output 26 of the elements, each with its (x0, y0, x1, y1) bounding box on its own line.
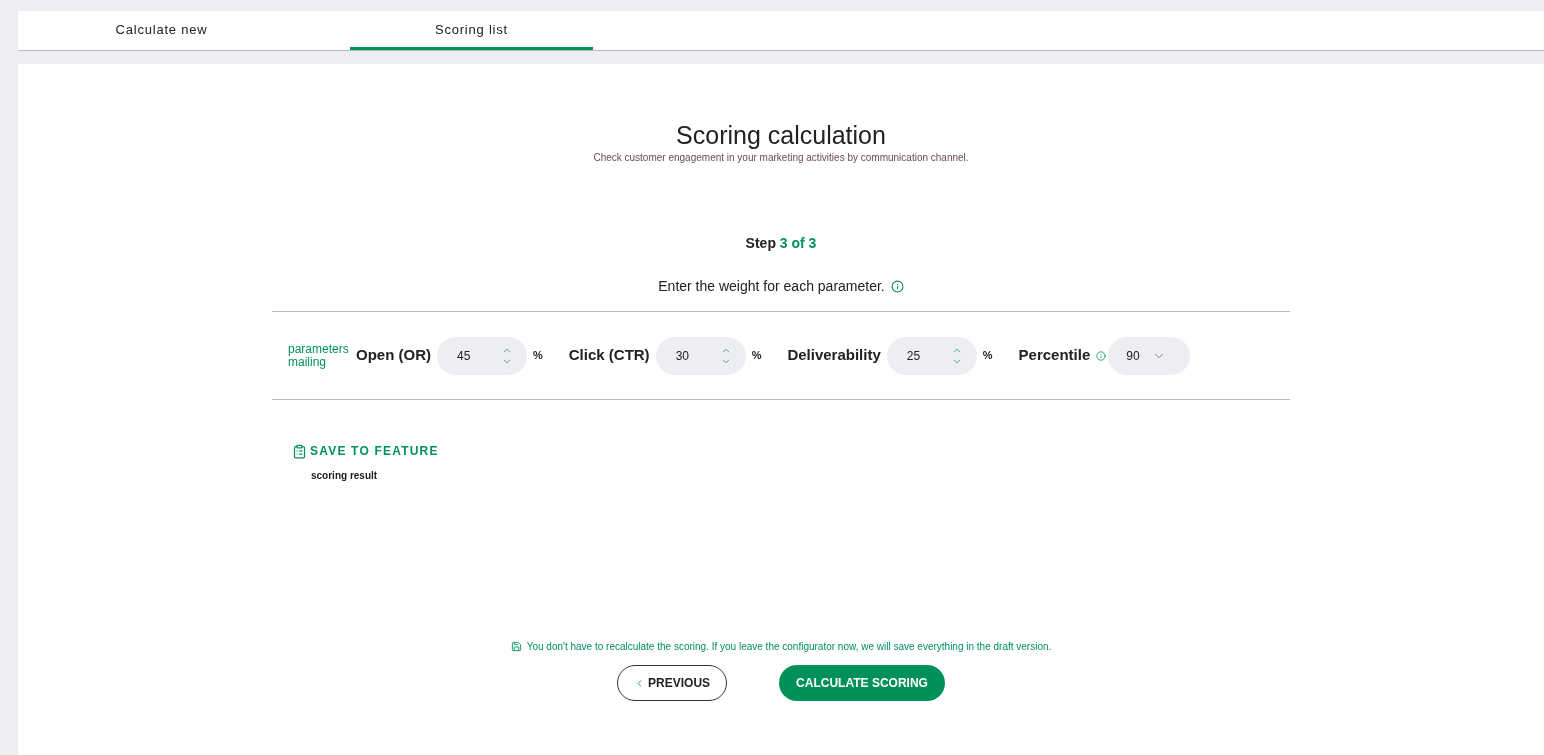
parameter-label: Percentile (1018, 345, 1091, 366)
parameter-label: Open (OR) (356, 345, 431, 366)
number-field[interactable]: 30 (655, 336, 746, 375)
parameter-label: Click (CTR) (568, 345, 650, 366)
percentile-select[interactable]: 90 (1108, 336, 1191, 375)
save-to-feature-link[interactable]: SAVE TO FEATURE (292, 442, 1290, 460)
save-caption: scoring result (311, 469, 379, 483)
percent-unit: % (751, 348, 762, 364)
tab[interactable]: Scoring list (350, 12, 593, 50)
info-icon[interactable] (890, 280, 904, 293)
group-label: parameters mailing (288, 342, 350, 369)
page-title: Scoring calculation (676, 120, 886, 150)
info-icon[interactable] (1096, 350, 1107, 361)
page-subtitle: Check customer engagement in your marketing activities by communication channel. (593, 151, 969, 165)
tab[interactable]: Calculate new (40, 12, 283, 50)
number-field[interactable]: 45 (437, 336, 527, 375)
calculate-scoring-button[interactable]: CALCULATE SCORING (779, 665, 945, 701)
save-icon (510, 641, 522, 652)
number-field[interactable]: 25 (886, 336, 977, 375)
instruction-text: Enter the weight for each parameter. (658, 277, 885, 296)
parameter-label: Deliverability (787, 345, 881, 366)
draft-note: You don't have to recalculate the scoring. If you leave the configurator now, we will save everything in the draft version. (526, 640, 1052, 654)
step-indicator: Step 3 of 3 (745, 234, 817, 253)
percent-unit: % (533, 348, 543, 364)
clipboard-icon (292, 442, 307, 460)
percent-unit: % (982, 348, 993, 364)
